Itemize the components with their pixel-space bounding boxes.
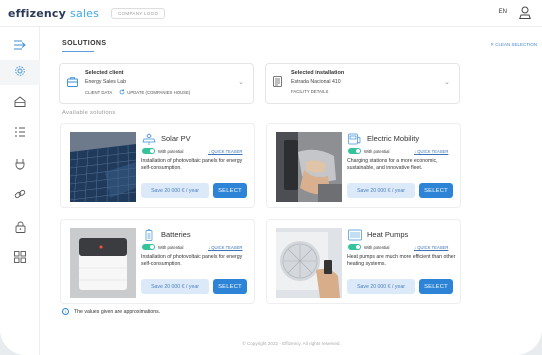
- client-links: CLIENT DATA UPDATE (COMPANIES HOUSE): [85, 89, 190, 96]
- potential-label: With potential: [158, 148, 184, 154]
- savings-badge: Save 20 000 € / year: [347, 279, 415, 294]
- potential-toggle[interactable]: [142, 148, 155, 154]
- solution-card-batteries: Batteries With potential ↓ QUICK TEASER …: [60, 219, 255, 304]
- quick-teaser-label: QUICK TEASER: [211, 148, 243, 154]
- heat-pump-image: [276, 228, 342, 298]
- client-label: Selected client: [85, 70, 124, 76]
- potential-label: With potential: [158, 244, 184, 250]
- card-description: Heat pumps are much more efficient than …: [347, 254, 456, 267]
- approximation-note: i The values given are approximations.: [62, 308, 160, 315]
- title-underline: [62, 51, 94, 52]
- solar-panels-image: [70, 132, 136, 202]
- quick-teaser-label: QUICK TEASER: [417, 244, 449, 250]
- installation-name: Estrada Nacional 410: [291, 79, 341, 85]
- sidebar-item-settings[interactable]: [0, 60, 40, 85]
- language-selector[interactable]: EN: [499, 9, 507, 15]
- savings-badge: Save 20 000 € / year: [347, 183, 415, 198]
- available-solutions-heading: Available solutions: [62, 110, 116, 116]
- ev-charging-image: [276, 132, 342, 202]
- chevron-down-icon[interactable]: ⌄: [238, 78, 244, 86]
- installation-links: FACILITY DETAILS: [291, 89, 328, 94]
- card-title: Heat Pumps: [367, 230, 409, 239]
- card-title: Batteries: [161, 230, 191, 239]
- list-icon[interactable]: [12, 124, 28, 140]
- battery-icon: [142, 228, 156, 241]
- app-logo[interactable]: effizency sales: [8, 7, 99, 20]
- info-icon: i: [62, 308, 69, 315]
- copyright: © Copyright 2022 - Effizency. All rights…: [242, 341, 341, 346]
- solution-card-electric-mobility: Electric Mobility With potential ↓ QUICK…: [266, 123, 461, 208]
- potential-toggle[interactable]: [348, 244, 361, 250]
- select-button[interactable]: SELECT: [213, 279, 247, 294]
- potential-toggle[interactable]: [142, 244, 155, 250]
- plug-icon[interactable]: [12, 156, 28, 172]
- page-title: SOLUTIONS: [62, 40, 107, 47]
- lock-icon[interactable]: [12, 219, 28, 235]
- logo-text-brand: effizency: [8, 6, 66, 20]
- solution-card-solar-pv: Solar PV With potential ↓ QUICK TEASER I…: [60, 123, 255, 208]
- building-icon[interactable]: [12, 93, 28, 109]
- user-icon[interactable]: [519, 6, 531, 19]
- solar-panel-icon: [142, 132, 156, 145]
- refresh-icon: [119, 89, 125, 96]
- potential-toggle[interactable]: [348, 148, 361, 154]
- select-button[interactable]: SELECT: [419, 279, 453, 294]
- chevron-down-icon[interactable]: ⌄: [444, 78, 450, 86]
- app-frame: effizency sales COMPANY LOGO EN SOLUTION…: [0, 0, 542, 355]
- savings-badge: Save 20 000 € / year: [141, 183, 209, 198]
- quick-teaser-label: QUICK TEASER: [417, 148, 449, 154]
- select-button[interactable]: SELECT: [419, 183, 453, 198]
- select-button[interactable]: SELECT: [213, 183, 247, 198]
- card-title: Solar PV: [161, 134, 191, 143]
- selected-client-box[interactable]: Selected client Energy Sales Lab CLIENT …: [59, 63, 254, 104]
- collapse-menu-icon[interactable]: [12, 37, 28, 53]
- top-bar: effizency sales COMPANY LOGO EN: [0, 0, 542, 27]
- quick-teaser-label: QUICK TEASER: [211, 244, 243, 250]
- facility-details-link[interactable]: FACILITY DETAILS: [291, 89, 328, 94]
- ev-charger-icon: [348, 132, 362, 145]
- update-companies-house-link[interactable]: UPDATE (COMPANIES HOUSE): [127, 90, 190, 95]
- approximation-note-text: The values given are approximations.: [74, 308, 161, 315]
- card-description: Installation of photovoltaic panels for …: [141, 158, 243, 171]
- card-description: Charging stations for a more economic, s…: [347, 158, 438, 171]
- main-content: SOLUTIONS ✕ CLEAN SELECTION Selected cli…: [41, 27, 542, 355]
- quick-teaser-link[interactable]: ↓ QUICK TEASER: [414, 149, 448, 154]
- potential-label: With potential: [364, 244, 390, 250]
- client-card-icon: [67, 74, 78, 87]
- solution-card-heat-pumps: Heat Pumps With potential ↓ QUICK TEASER…: [266, 219, 461, 304]
- quick-teaser-link[interactable]: ↓ QUICK TEASER: [208, 245, 242, 250]
- logo-text-product: sales: [70, 6, 100, 20]
- company-logo-placeholder: COMPANY LOGO: [111, 7, 166, 19]
- quick-teaser-link[interactable]: ↓ QUICK TEASER: [208, 149, 242, 154]
- link-icon[interactable]: [12, 186, 28, 202]
- savings-badge: Save 20 000 € / year: [141, 279, 209, 294]
- heat-pump-icon: [348, 228, 362, 241]
- selected-installation-box[interactable]: Selected installation Estrada Nacional 4…: [265, 63, 460, 104]
- client-data-link[interactable]: CLIENT DATA: [85, 90, 112, 95]
- document-icon: [273, 74, 283, 87]
- card-title: Electric Mobility: [367, 134, 420, 143]
- card-description: Installation of photovoltaic panels for …: [141, 254, 243, 267]
- clean-selection-link[interactable]: ✕ CLEAN SELECTION: [490, 42, 537, 48]
- gear-icon: [14, 64, 26, 82]
- sidebar: [0, 27, 40, 355]
- grid-icon[interactable]: [12, 249, 28, 265]
- quick-teaser-link[interactable]: ↓ QUICK TEASER: [414, 245, 448, 250]
- installation-label: Selected installation: [291, 70, 345, 76]
- battery-unit-image: [70, 228, 136, 298]
- potential-label: With potential: [364, 148, 390, 154]
- client-name: Energy Sales Lab: [85, 79, 126, 85]
